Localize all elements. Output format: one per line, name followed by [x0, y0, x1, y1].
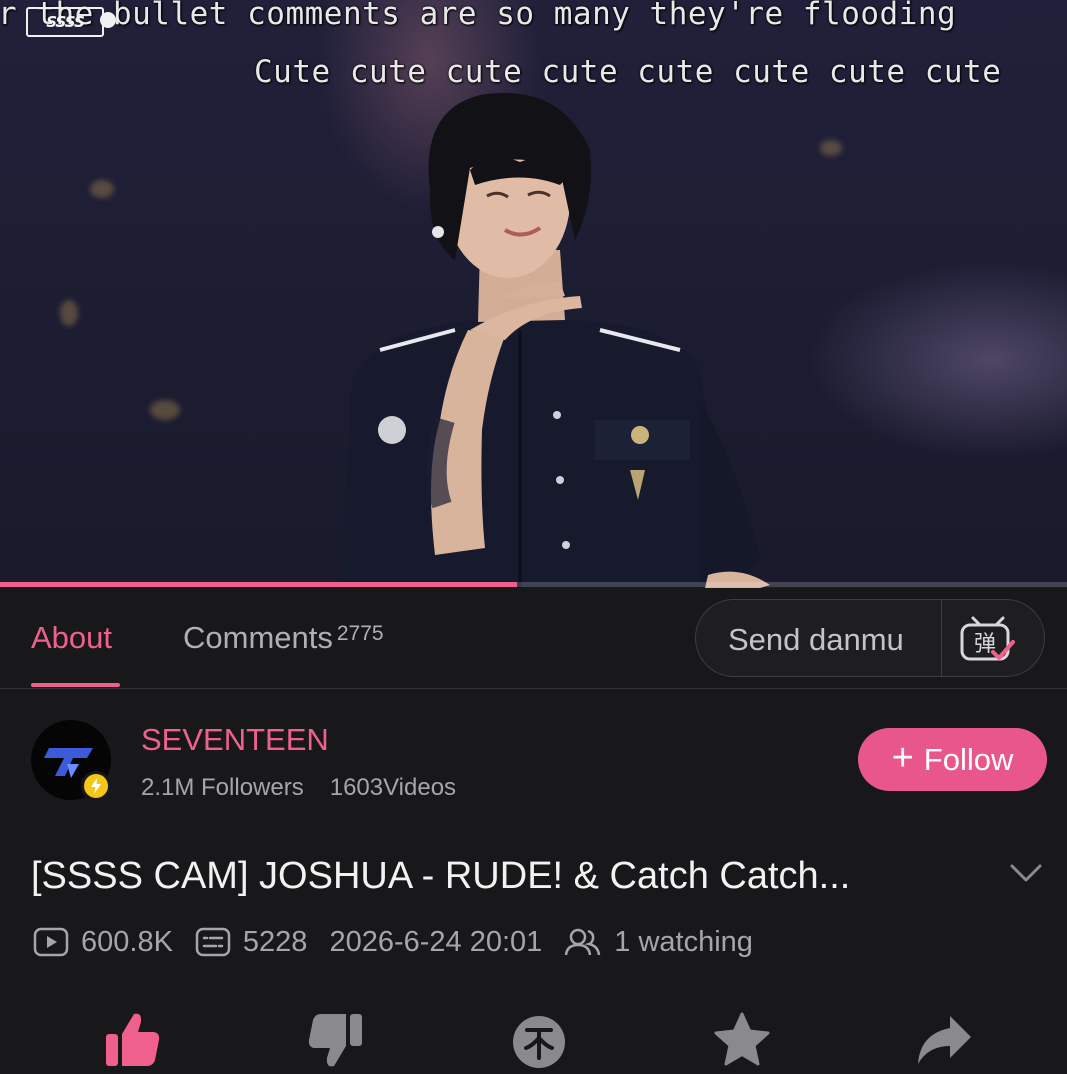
- danmu-comment: r the bullet comments are so many they'r…: [0, 0, 957, 32]
- action-bar: [0, 1010, 1067, 1074]
- danmu-count: 5228: [242, 925, 308, 958]
- publish-date: 2026-6-24 20:01: [329, 925, 543, 958]
- danmu-toggle-icon: 弹: [960, 616, 1015, 661]
- star-icon[interactable]: [712, 1010, 772, 1070]
- video-title: [SSSS CAM] JOSHUA - RUDE! & Catch Catch.…: [31, 855, 851, 897]
- follow-button[interactable]: + Follow: [858, 728, 1047, 791]
- video-progress-fill: [0, 582, 518, 587]
- watching-count: 1 watching: [614, 925, 753, 958]
- share-icon[interactable]: [914, 1010, 974, 1070]
- thumbs-down-icon[interactable]: [306, 1010, 364, 1070]
- watermark-dot-icon: [100, 12, 116, 28]
- channel-stats: 2.1M Followers 1603Videos: [141, 774, 456, 802]
- danmu-comment: Cute cute cute cute cute cute cute cute: [254, 54, 1002, 90]
- video-count: 1603Videos: [329, 774, 457, 801]
- video-player[interactable]: r the bullet comments are so many they'r…: [0, 0, 1067, 588]
- danmu-input-divider: [941, 600, 942, 676]
- danmu-input[interactable]: Send danmu 弹: [695, 599, 1045, 677]
- video-meta-row: 600.8K 5228 2026-6-24 20:01 1 watching: [33, 924, 753, 960]
- tab-comments-label: Comments: [183, 620, 333, 655]
- tab-bar: About Comments 2775 Send danmu 弹: [0, 588, 1067, 689]
- danmu-toggle-button[interactable]: 弹: [959, 614, 1017, 664]
- active-tab-indicator: [31, 683, 120, 687]
- thumbs-up-icon[interactable]: [104, 1010, 162, 1070]
- chevron-down-icon[interactable]: [1008, 858, 1044, 888]
- follow-button-label: Follow: [923, 741, 1014, 777]
- view-count: 600.8K: [81, 925, 173, 958]
- danmu-count-icon: [195, 927, 231, 957]
- coin-icon[interactable]: [510, 1010, 568, 1070]
- follower-count: 2.1M Followers: [141, 774, 304, 801]
- plus-icon: +: [891, 736, 914, 779]
- channel-name[interactable]: SEVENTEEN: [141, 722, 329, 758]
- tab-comments[interactable]: Comments 2775: [183, 620, 384, 656]
- play-count-icon: [33, 927, 69, 957]
- verified-badge-icon: [81, 771, 111, 801]
- danmu-input-placeholder: Send danmu: [728, 622, 904, 657]
- channel-watermark-logo: SSSS: [26, 7, 104, 37]
- comments-count: 2775: [336, 622, 384, 645]
- tab-about[interactable]: About: [31, 620, 112, 656]
- watching-people-icon: [565, 928, 601, 956]
- video-progress-bar[interactable]: [0, 582, 1067, 587]
